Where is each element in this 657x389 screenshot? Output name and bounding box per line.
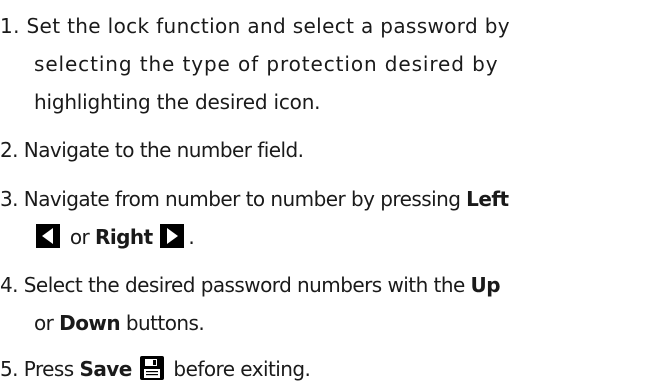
- step-4-suffix: buttons.: [125, 311, 205, 335]
- step-5-prefix: 5. Press: [0, 357, 80, 381]
- step-1-line-2: selecting the type of protection desired…: [34, 52, 499, 76]
- step-4-or: or: [34, 311, 54, 335]
- step-5: 5. Press Save before exiting.: [0, 350, 657, 388]
- step-3-prefix: 3. Navigate from number to number by pre…: [0, 187, 467, 211]
- save-floppy-icon: [139, 356, 164, 380]
- step-1-line-1: 1. Set the lock function and select a pa…: [0, 14, 510, 38]
- left-arrow-icon: [36, 224, 60, 248]
- down-button-label: Down: [59, 311, 121, 335]
- step-5-suffix: before exiting.: [173, 357, 311, 381]
- save-button-label: Save: [79, 357, 132, 381]
- step-4-prefix: 4. Select the desired password numbers w…: [0, 273, 471, 297]
- step-1-line-3: highlighting the desired icon.: [34, 90, 321, 114]
- step-3-suffix: .: [188, 225, 195, 249]
- left-button-label: Left: [466, 187, 509, 211]
- step-2-text: 2. Navigate to the number field.: [0, 138, 304, 162]
- step-1: 1. Set the lock function and select a pa…: [0, 7, 657, 121]
- step-3-or: or: [69, 225, 90, 249]
- step-4: 4. Select the desired password numbers w…: [0, 266, 657, 342]
- step-4-line-2: or Down buttons.: [0, 304, 657, 342]
- step-4-line-1: 4. Select the desired password numbers w…: [0, 266, 657, 304]
- step-3-line-1: 3. Navigate from number to number by pre…: [0, 180, 657, 218]
- right-arrow-icon: [160, 224, 185, 248]
- step-2: 2. Navigate to the number field.: [0, 131, 657, 169]
- right-button-label: Right: [94, 225, 153, 249]
- step-3-line-2: or Right .: [0, 218, 657, 256]
- step-3: 3. Navigate from number to number by pre…: [0, 180, 657, 256]
- instructions-page: 1. Set the lock function and select a pa…: [0, 0, 657, 389]
- step-5-line-1: 5. Press Save before exiting.: [0, 350, 657, 388]
- up-button-label: Up: [470, 273, 501, 297]
